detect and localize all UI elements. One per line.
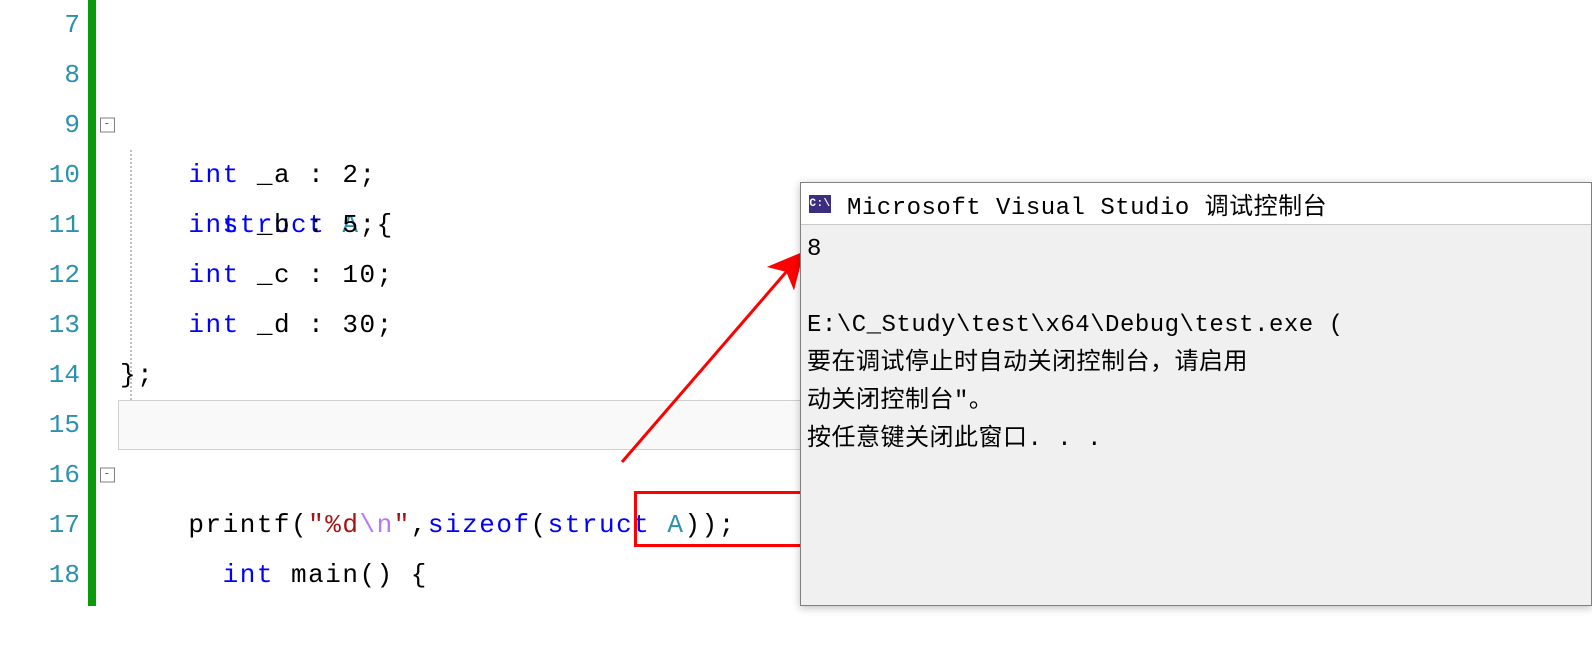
keyword-int: int [188,210,239,240]
console-icon: C:\ [809,195,831,213]
semicolon: ; [377,310,394,340]
line-number: 7 [0,0,80,50]
bitfield-width: 2 [342,160,359,190]
semicolon: ; [360,210,377,240]
line-number: 14 [0,350,80,400]
identifier: _a [257,160,291,190]
paren-open: ( [291,510,308,540]
string-format: %d [325,510,359,540]
console-titlebar[interactable]: C:\ Microsoft Visual Studio 调试控制台 [801,183,1591,225]
line-number: 8 [0,50,80,100]
paren-open: ( [531,510,548,540]
line-number: 10 [0,150,80,200]
line-number: 18 [0,550,80,600]
bitfield-width: 5 [342,210,359,240]
line-number: 12 [0,250,80,300]
keyword-int: int [188,310,239,340]
comma: , [411,510,428,540]
semicolon: ; [360,160,377,190]
console-title-text: Microsoft Visual Studio 调试控制台 [847,186,1327,222]
identifier: _d [257,310,291,340]
function-call: printf [188,510,291,540]
line-number: 17 [0,500,80,550]
keyword-int: int [188,260,239,290]
debug-console-window[interactable]: C:\ Microsoft Visual Studio 调试控制台 8 E:\C… [800,182,1592,606]
paren-close: ) [685,510,702,540]
paren-close-semicolon: ); [702,510,736,540]
line-number: 15 [0,400,80,450]
keyword-sizeof: sizeof [428,510,531,540]
console-output[interactable]: 8 E:\C_Study\test\x64\Debug\test.exe ( 要… [801,225,1591,465]
semicolon: ; [377,260,394,290]
fold-toggle-icon[interactable]: - [100,468,115,483]
bitfield-width: 30 [342,310,376,340]
identifier: _c [257,260,291,290]
colon: : [308,310,325,340]
string-quote: " [308,510,325,540]
string-quote: " [394,510,411,540]
string-escape: \n [359,510,393,540]
line-number: 9 [0,100,80,150]
fold-toggle-icon[interactable]: - [100,118,115,133]
keyword-struct: struct [548,510,651,540]
line-number: 11 [0,200,80,250]
type-name: A [667,510,684,540]
change-marker-bar [88,0,96,606]
line-number: 16 [0,450,80,500]
colon: : [308,210,325,240]
identifier: _b [257,210,291,240]
line-number: 13 [0,300,80,350]
line-number-gutter: 7 8 9 10 11 12 13 14 15 16 17 18 [0,0,88,606]
colon: : [308,260,325,290]
bitfield-width: 10 [342,260,376,290]
keyword-int: int [188,160,239,190]
brace-close-semicolon: }; [120,360,154,390]
colon: : [308,160,325,190]
